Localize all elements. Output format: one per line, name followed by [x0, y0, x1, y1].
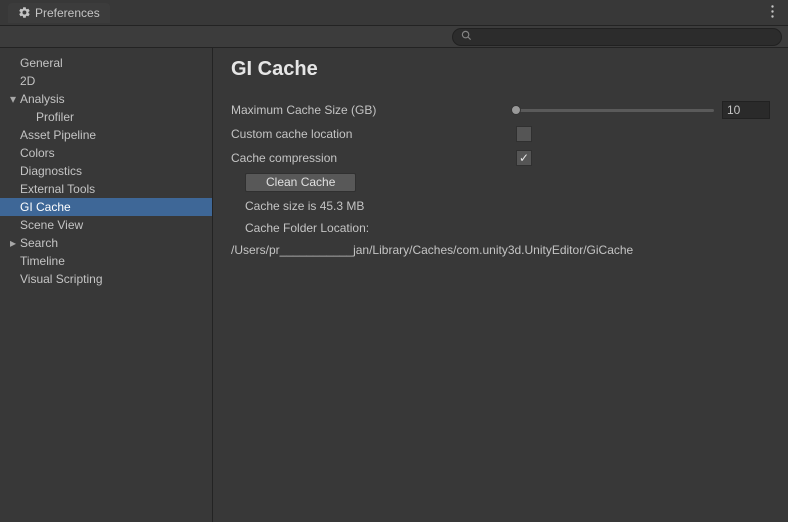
window-menu-icon[interactable]: [765, 5, 780, 21]
sidebar: General2D▾AnalysisProfilerAsset Pipeline…: [0, 48, 213, 522]
sidebar-item-label: Asset Pipeline: [20, 128, 96, 142]
sidebar-item-label: External Tools: [20, 182, 95, 196]
window-title: Preferences: [35, 6, 100, 20]
sidebar-item-timeline[interactable]: Timeline: [0, 252, 212, 270]
chevron-down-icon[interactable]: ▾: [6, 92, 20, 106]
search-icon: [461, 30, 472, 44]
sidebar-item-label: GI Cache: [20, 200, 71, 214]
sidebar-item-visual-scripting[interactable]: Visual Scripting: [0, 270, 212, 288]
row-clean-cache: Clean Cache: [231, 171, 770, 193]
sidebar-item-scene-view[interactable]: Scene View: [0, 216, 212, 234]
sidebar-item-asset-pipeline[interactable]: Asset Pipeline: [0, 126, 212, 144]
sidebar-item-label: 2D: [20, 74, 35, 88]
sidebar-item-label: General: [20, 56, 63, 70]
sidebar-item-diagnostics[interactable]: Diagnostics: [0, 162, 212, 180]
titlebar: Preferences: [0, 0, 788, 26]
chevron-right-icon[interactable]: ▸: [6, 236, 20, 250]
panel-title: GI Cache: [231, 58, 770, 81]
cache-folder-label: Cache Folder Location:: [245, 217, 770, 239]
search-field[interactable]: [452, 28, 782, 46]
sidebar-item-analysis[interactable]: ▾Analysis: [0, 90, 212, 108]
sidebar-item-search[interactable]: ▸Search: [0, 234, 212, 252]
sidebar-item-label: Scene View: [20, 218, 83, 232]
sidebar-item-profiler[interactable]: Profiler: [0, 108, 212, 126]
max-cache-value-input[interactable]: [722, 101, 770, 119]
clean-cache-button[interactable]: Clean Cache: [245, 173, 356, 192]
custom-location-label: Custom cache location: [231, 127, 516, 141]
sidebar-item-colors[interactable]: Colors: [0, 144, 212, 162]
cache-compression-label: Cache compression: [231, 151, 516, 165]
sidebar-item-label: Search: [20, 236, 58, 250]
sidebar-item-label: Colors: [20, 146, 55, 160]
toolbar: [0, 26, 788, 48]
max-cache-slider[interactable]: [516, 109, 714, 112]
window-tab[interactable]: Preferences: [8, 3, 110, 23]
custom-location-checkbox[interactable]: [516, 126, 532, 142]
search-input[interactable]: [476, 31, 773, 43]
row-custom-location: Custom cache location: [231, 123, 770, 145]
cache-size-text: Cache size is 45.3 MB: [245, 195, 770, 217]
cache-folder-path: /Users/pr___________jan/Library/Caches/c…: [231, 243, 770, 257]
row-cache-compression: Cache compression ✓: [231, 147, 770, 169]
row-max-cache-size: Maximum Cache Size (GB): [231, 99, 770, 121]
sidebar-item-label: Analysis: [20, 92, 65, 106]
sidebar-item-label: Profiler: [36, 110, 74, 124]
sidebar-item-label: Timeline: [20, 254, 65, 268]
sidebar-item-label: Diagnostics: [20, 164, 82, 178]
gear-icon: [18, 6, 31, 19]
sidebar-item-external-tools[interactable]: External Tools: [0, 180, 212, 198]
cache-compression-checkbox[interactable]: ✓: [516, 150, 532, 166]
sidebar-item-label: Visual Scripting: [20, 272, 103, 286]
sidebar-item-gi-cache[interactable]: GI Cache: [0, 198, 212, 216]
slider-thumb[interactable]: [511, 105, 521, 115]
sidebar-item-2d[interactable]: 2D: [0, 72, 212, 90]
max-cache-label: Maximum Cache Size (GB): [231, 103, 516, 117]
sidebar-item-general[interactable]: General: [0, 54, 212, 72]
content-panel: GI Cache Maximum Cache Size (GB) Custom …: [213, 48, 788, 522]
